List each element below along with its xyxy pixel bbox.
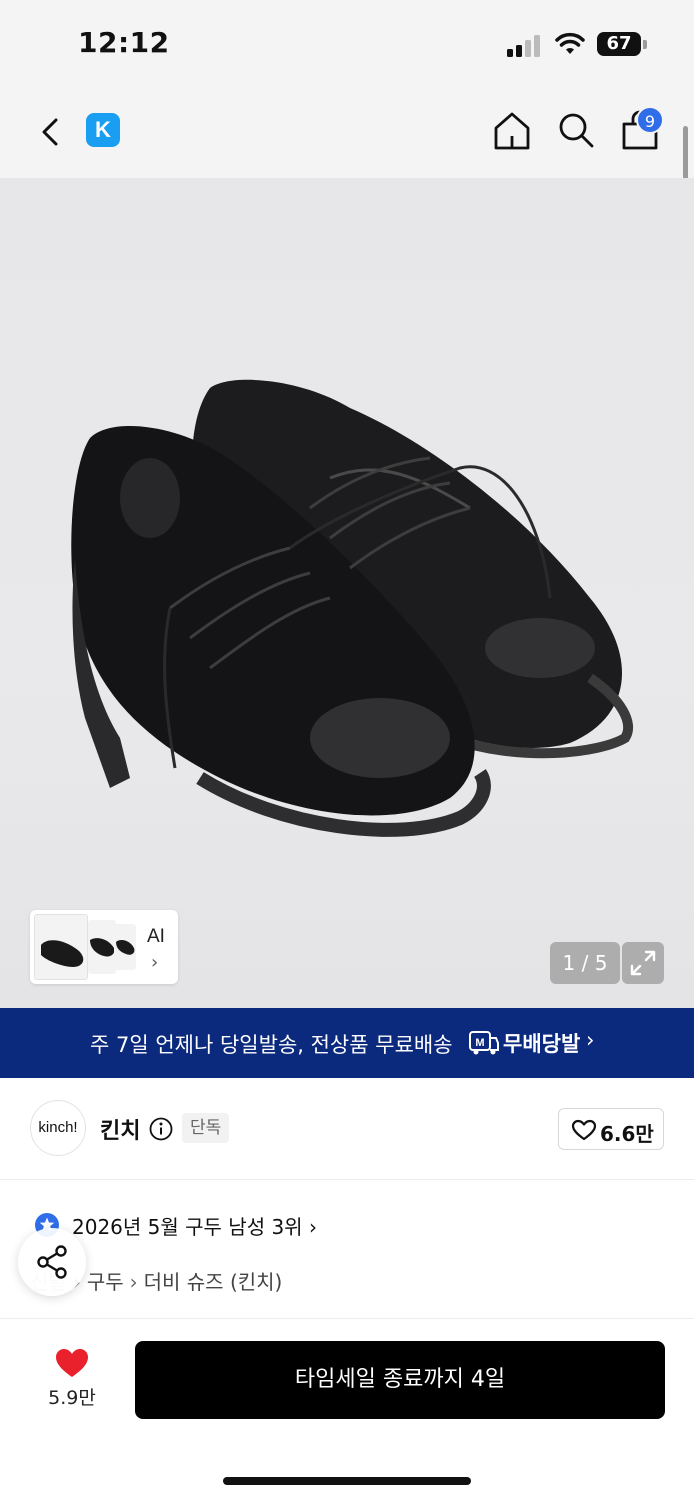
brand-like-count: 6.6만 xyxy=(600,1122,654,1146)
thumbnail-1[interactable] xyxy=(34,914,88,980)
ai-recommend-label[interactable]: AI xyxy=(147,926,165,948)
brand-like-button[interactable]: 6.6만 xyxy=(558,1108,664,1150)
delivery-truck-icon: M xyxy=(469,1031,499,1055)
search-icon[interactable] xyxy=(556,110,596,152)
bottom-purchase-bar: 5.9만 타임세일 종료까지 4일 xyxy=(0,1318,694,1500)
heart-outline-icon xyxy=(571,1119,597,1141)
brand-info-row: kinch! 킨치 단독 6.6만 xyxy=(0,1078,694,1180)
status-bar: 12:12 67 xyxy=(0,0,694,86)
product-image xyxy=(71,379,634,837)
promo-text: 주 7일 언제나 당일발송, 전상품 무료배송 xyxy=(90,1033,453,1057)
status-time: 12:12 xyxy=(78,26,170,59)
brand-avatar[interactable]: kinch! xyxy=(30,1100,86,1156)
info-icon[interactable] xyxy=(149,1117,173,1141)
store-logo[interactable]: K xyxy=(86,113,120,147)
image-thumbnails[interactable]: AI › xyxy=(30,910,178,984)
chevron-right-icon: › xyxy=(151,952,159,973)
ranking-text: 2026년 5월 구두 남성 3위 › xyxy=(72,1215,317,1239)
top-navigation: K xyxy=(0,86,694,178)
time-sale-buy-button[interactable]: 타임세일 종료까지 4일 xyxy=(135,1341,665,1419)
share-icon xyxy=(37,1245,67,1279)
chevron-right-icon: › xyxy=(586,1028,595,1052)
thumbnail-2[interactable] xyxy=(88,920,116,974)
wifi-icon xyxy=(555,32,585,54)
image-counter: 1 / 5 xyxy=(550,942,620,984)
battery-cap xyxy=(643,40,647,49)
thumbnail-3[interactable] xyxy=(114,924,136,970)
cellular-signal-icon xyxy=(507,33,543,57)
breadcrumb-item[interactable]: 구두 xyxy=(87,1270,124,1294)
svg-text:M: M xyxy=(475,1037,484,1049)
cart-count-badge: 9 xyxy=(636,106,664,134)
expand-icon[interactable] xyxy=(622,942,664,984)
wishlist-button[interactable]: 5.9만 xyxy=(40,1347,104,1410)
exclusive-badge: 단독 xyxy=(182,1113,230,1143)
breadcrumb-item[interactable]: 더비 슈즈 (킨치) xyxy=(144,1270,283,1294)
product-image-gallery[interactable]: AI › 1 / 5 xyxy=(0,178,694,1008)
brand-name[interactable]: 킨치 xyxy=(100,1113,140,1145)
home-icon[interactable] xyxy=(492,110,532,152)
promo-brand: 무배당발 xyxy=(503,1032,581,1056)
battery-indicator: 67 xyxy=(597,32,641,56)
wishlist-count: 5.9만 xyxy=(48,1387,96,1409)
share-button[interactable] xyxy=(18,1228,86,1296)
home-indicator[interactable] xyxy=(223,1477,471,1485)
free-shipping-banner[interactable]: 주 7일 언제나 당일발송, 전상품 무료배송 M 무배당발 › xyxy=(0,1008,694,1078)
heart-filled-icon xyxy=(56,1349,88,1377)
back-icon[interactable] xyxy=(36,112,66,152)
